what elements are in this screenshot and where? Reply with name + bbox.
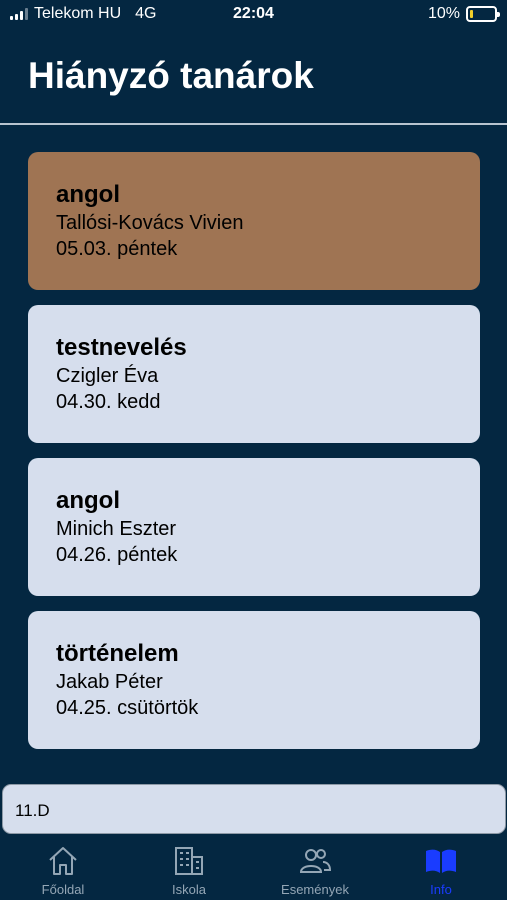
battery-percent: 10% bbox=[427, 5, 460, 22]
tab-events[interactable]: Események bbox=[252, 836, 378, 900]
tab-label: Események bbox=[281, 882, 349, 897]
absence-date: 04.30. kedd bbox=[56, 391, 161, 413]
absence-card[interactable]: angol Tallósi-Kovács Vivien 05.03. pénte… bbox=[28, 152, 480, 290]
book-icon bbox=[426, 849, 456, 873]
class-selector[interactable]: 11.D bbox=[2, 784, 506, 834]
tab-label: Info bbox=[430, 882, 452, 897]
absence-date: 05.03. péntek bbox=[56, 238, 178, 260]
tab-home[interactable]: Főoldal bbox=[0, 836, 126, 900]
absence-date: 04.25. csütörtök bbox=[56, 697, 199, 719]
home-icon bbox=[49, 847, 77, 875]
absence-subject: testnevelés bbox=[56, 334, 187, 361]
absence-subject: történelem bbox=[56, 640, 179, 667]
absence-card[interactable]: angol Minich Eszter 04.26. péntek bbox=[28, 458, 480, 596]
status-right: 10% bbox=[427, 5, 500, 23]
absence-teacher: Tallósi-Kovács Vivien bbox=[56, 212, 244, 234]
people-icon bbox=[299, 849, 332, 873]
absence-card[interactable]: történelem Jakab Péter 04.25. csütörtök bbox=[28, 611, 480, 749]
battery-icon bbox=[466, 6, 500, 22]
absence-subject: angol bbox=[56, 487, 120, 514]
tab-label: Főoldal bbox=[41, 882, 85, 897]
absence-card[interactable]: testnevelés Czigler Éva 04.30. kedd bbox=[28, 305, 480, 443]
header-divider bbox=[0, 123, 507, 125]
tab-info[interactable]: Info bbox=[378, 836, 504, 900]
page-title: Hiányzó tanárok bbox=[28, 55, 314, 96]
absence-teacher: Czigler Éva bbox=[56, 365, 159, 387]
tab-label: Iskola bbox=[172, 882, 206, 897]
tab-school[interactable]: Iskola bbox=[126, 836, 252, 900]
tab-bar: Főoldal Iskola Események Info bbox=[0, 836, 507, 900]
status-bar: Telekom HU 4G 22:04 10% bbox=[0, 0, 507, 30]
absence-teacher: Jakab Péter bbox=[56, 671, 163, 693]
absence-date: 04.26. péntek bbox=[56, 544, 178, 566]
absence-list: angol Tallósi-Kovács Vivien 05.03. pénte… bbox=[28, 152, 480, 764]
absence-subject: angol bbox=[56, 181, 120, 208]
absence-teacher: Minich Eszter bbox=[56, 518, 177, 540]
building-icon bbox=[175, 847, 203, 875]
